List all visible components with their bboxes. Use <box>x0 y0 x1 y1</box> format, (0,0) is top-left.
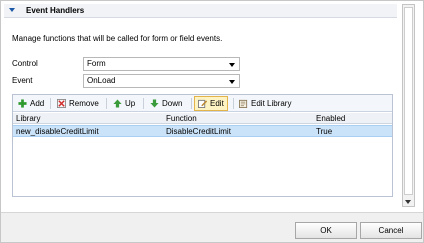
event-handlers-grid: Add Remove Up Down Edit Edit Library Lib… <box>12 94 393 197</box>
arrow-up-icon <box>113 99 122 108</box>
section-header[interactable]: Event Handlers <box>4 4 397 18</box>
control-select-value: Form <box>87 59 106 68</box>
dropdown-arrow-icon <box>229 63 235 67</box>
scroll-down-arrow-icon[interactable] <box>405 200 411 204</box>
toolbar-divider <box>50 98 51 109</box>
column-header-function[interactable]: Function <box>166 113 197 124</box>
remove-button-label: Remove <box>69 99 99 108</box>
toolbar-divider <box>106 98 107 109</box>
cell-function: DisableCreditLimit <box>166 127 231 136</box>
down-button[interactable]: Down <box>147 97 185 110</box>
dialog-footer: OK Cancel <box>1 212 423 242</box>
up-button[interactable]: Up <box>110 97 138 110</box>
section-title: Event Handlers <box>26 6 85 15</box>
event-label: Event <box>12 76 33 85</box>
cancel-button[interactable]: Cancel <box>360 222 422 239</box>
toolbar-divider <box>191 98 192 109</box>
add-icon <box>18 99 27 108</box>
column-header-library[interactable]: Library <box>16 113 40 124</box>
cell-enabled: True <box>316 127 333 136</box>
edit-library-button[interactable]: Edit Library <box>236 97 294 110</box>
library-icon <box>239 99 248 108</box>
remove-icon <box>57 99 66 108</box>
cell-library: new_disableCreditLimit <box>16 127 99 136</box>
vertical-scrollbar[interactable] <box>402 4 415 207</box>
grid-header: Library Function Enabled <box>13 113 392 124</box>
add-button-label: Add <box>30 99 45 108</box>
collapse-triangle-icon[interactable] <box>9 8 15 12</box>
up-button-label: Up <box>125 99 136 108</box>
scrollbar-thumb[interactable] <box>404 7 413 195</box>
down-button-label: Down <box>162 99 183 108</box>
table-row[interactable]: new_disableCreditLimit DisableCreditLimi… <box>13 125 392 137</box>
edit-button-label: Edit <box>210 99 224 108</box>
toolbar-divider <box>143 98 144 109</box>
edit-library-button-label: Edit Library <box>251 99 292 108</box>
grid-toolbar: Add Remove Up Down Edit Edit Library <box>13 95 392 112</box>
add-button[interactable]: Add <box>15 97 47 110</box>
event-select-value: OnLoad <box>87 76 116 85</box>
dialog-content: Event Handlers Manage functions that wil… <box>4 4 401 210</box>
dialog-frame: Event Handlers Manage functions that wil… <box>0 0 424 243</box>
toolbar-divider <box>233 98 234 109</box>
ok-button[interactable]: OK <box>295 222 357 239</box>
description-text: Manage functions that will be called for… <box>12 34 223 43</box>
control-select[interactable]: Form <box>83 57 240 71</box>
dropdown-arrow-icon <box>229 80 235 84</box>
edit-icon <box>198 99 207 108</box>
arrow-down-icon <box>150 99 159 108</box>
event-select[interactable]: OnLoad <box>83 74 240 88</box>
edit-button[interactable]: Edit <box>194 96 228 111</box>
remove-button[interactable]: Remove <box>54 97 102 110</box>
column-header-enabled[interactable]: Enabled <box>316 113 345 124</box>
control-label: Control <box>12 59 38 68</box>
